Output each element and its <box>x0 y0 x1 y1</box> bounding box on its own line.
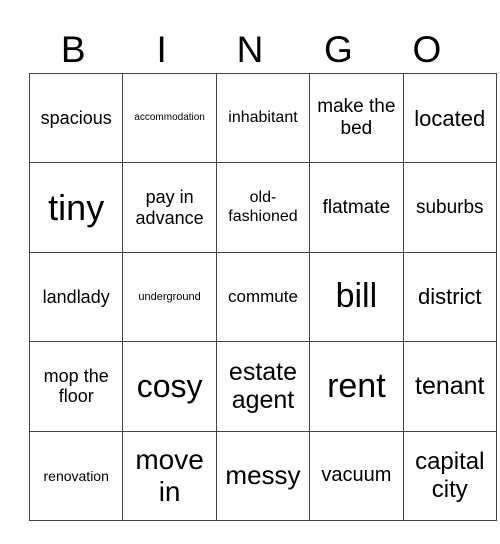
header-letter: G <box>324 29 353 70</box>
bingo-cell[interactable]: suburbs <box>402 162 497 253</box>
bingo-cell[interactable]: estate agent <box>215 341 311 432</box>
bingo-cell[interactable]: rent <box>309 341 404 432</box>
bingo-cell[interactable]: flatmate <box>309 162 404 253</box>
bingo-cell[interactable]: move in <box>122 430 217 521</box>
bingo-cell[interactable]: located <box>402 72 497 164</box>
bingo-row: mop the floor cosy estate agent rent tenant <box>28 341 497 432</box>
bingo-header: B I N G O <box>29 28 471 72</box>
bingo-cell[interactable]: spacious <box>28 72 124 164</box>
bingo-cell[interactable]: old-fashioned <box>215 162 311 253</box>
bingo-cell[interactable]: capital city <box>402 430 497 521</box>
header-letter: B <box>60 29 86 70</box>
bingo-cell[interactable]: landlady <box>28 251 124 343</box>
bingo-cell[interactable]: make the bed <box>309 72 404 164</box>
bingo-grid: spacious accommodation inhabitant make the … <box>28 72 497 521</box>
header-letter: O <box>412 29 442 70</box>
bingo-row: spacious accommodation inhabitant make the … <box>28 72 497 164</box>
bingo-cell[interactable]: accommodation <box>122 72 217 164</box>
bingo-cell[interactable]: vacuum <box>309 430 404 521</box>
bingo-cell[interactable]: cosy <box>122 341 217 432</box>
bingo-row: renovation move in messy vacuum capital city <box>28 430 497 521</box>
bingo-row: landlady underground commute bill district <box>28 251 497 343</box>
bingo-row: tiny pay in advance old-fashioned flatmate s… <box>28 162 497 253</box>
bingo-cell[interactable]: underground <box>122 251 217 343</box>
bingo-cell[interactable]: mop the floor <box>28 341 124 432</box>
header-letter: N <box>236 29 264 70</box>
bingo-cell[interactable]: district <box>402 251 497 343</box>
bingo-cell[interactable]: commute <box>215 251 311 343</box>
bingo-cell[interactable]: tiny <box>28 162 124 253</box>
bingo-cell[interactable]: renovation <box>28 430 124 521</box>
bingo-cell[interactable]: inhabitant <box>215 72 311 164</box>
header-letter: I <box>156 29 167 70</box>
bingo-cell[interactable]: tenant <box>402 341 497 432</box>
bingo-cell[interactable]: messy <box>215 430 311 521</box>
bingo-cell[interactable]: bill <box>309 251 404 343</box>
bingo-cell[interactable]: pay in advance <box>122 162 217 253</box>
